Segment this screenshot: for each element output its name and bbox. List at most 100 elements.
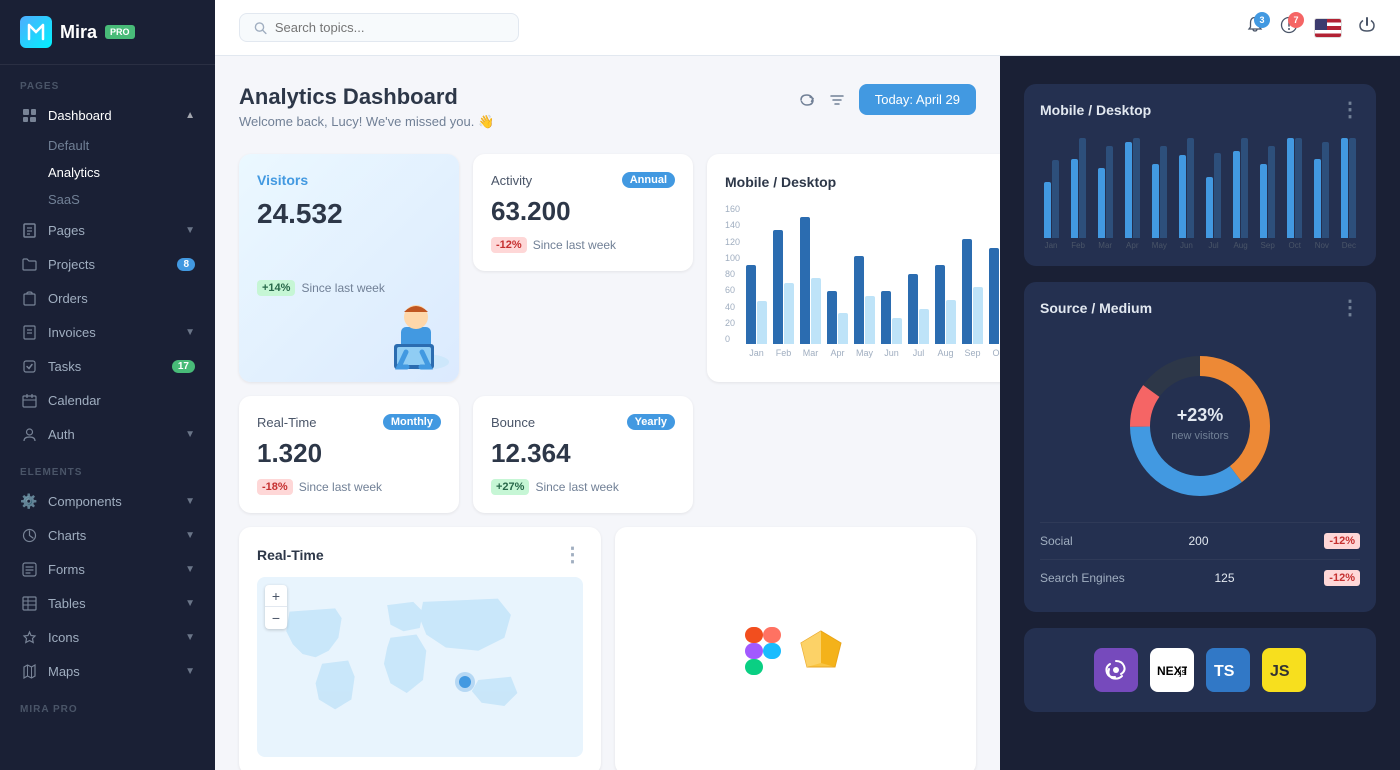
calendar-label: Calendar [48,393,101,408]
mira-pro-label: MIRA PRO [0,688,215,721]
projects-icon [20,255,38,273]
figma-logo [745,627,781,675]
sidebar-item-icons[interactable]: Icons ▼ [0,620,215,654]
bar-group-jun [881,204,902,344]
x-label-oct: Oct [989,348,1000,358]
realtime-since: Since last week [299,480,382,494]
forms-chevron: ▼ [185,564,195,575]
x-label-feb: Feb [773,348,794,358]
projects-label: Projects [48,257,95,272]
bar-apr-dark [827,291,837,344]
sidebar-item-components[interactable]: ⚙️ Components ▼ [0,484,215,518]
sidebar-item-auth[interactable]: Auth ▼ [0,417,215,451]
refresh-icon[interactable] [799,92,815,108]
bar-groups [746,204,1000,344]
redux-logo [1094,648,1138,692]
sidebar-sub-default[interactable]: Default [48,132,215,159]
today-button[interactable]: Today: April 29 [859,84,976,115]
search-icon [254,21,267,35]
activity-value: 63.200 [491,196,675,227]
sidebar-sub-analytics[interactable]: Analytics [48,159,215,186]
bar-jan-dark [746,265,756,344]
sidebar-item-dashboard[interactable]: Dashboard ▲ [0,98,215,132]
charts-label: Charts [48,528,86,543]
source-medium-card: Source / Medium ⋮ +23% new visitors [1024,282,1376,612]
source-social-name: Social [1040,534,1073,548]
filter-icon[interactable] [829,92,845,108]
language-flag[interactable] [1314,18,1342,38]
source-search-count: 125 [1215,571,1235,585]
notification-bell-wrap[interactable]: 3 [1246,16,1264,39]
tech-logos-card [615,527,977,770]
dark-bar-jul: Jul [1202,138,1224,250]
bar-sep-dark [962,239,972,344]
bar-feb-dark [773,230,783,344]
map-title: Real-Time [257,547,324,563]
projects-badge: 8 [177,258,195,271]
logo-badge: PRO [105,25,135,39]
maps-label: Maps [48,664,80,679]
notification-badge: 3 [1254,12,1270,28]
sidebar-item-calendar[interactable]: Calendar [0,383,215,417]
dark-bar-may: May [1148,138,1170,250]
components-icon: ⚙️ [20,492,38,510]
bar-jul-light [919,309,929,344]
dashboard-label: Dashboard [48,108,112,123]
dark-bar-apr: Apr [1121,138,1143,250]
sketch-logo [797,627,845,675]
forms-label: Forms [48,562,85,577]
invoices-chevron: ▼ [185,327,195,338]
sidebar-item-pages[interactable]: Pages ▼ [0,213,215,247]
sidebar-item-tasks[interactable]: Tasks 17 [0,349,215,383]
zoom-in-button[interactable]: + [265,585,287,607]
dark-bar-oct: Oct [1284,138,1306,250]
charts-chevron: ▼ [185,530,195,541]
source-row-social: Social 200 -12% [1040,523,1360,560]
x-label-apr: Apr [827,348,848,358]
sidebar-item-forms[interactable]: Forms ▼ [0,552,215,586]
sidebar-sub-saas[interactable]: SaaS [48,186,215,213]
x-labels: Jan Feb Mar Apr May Jun Jul Aug Sep Oct [746,348,1000,358]
dark-bar-threedot[interactable]: ⋮ [1340,100,1360,120]
auth-chevron: ▼ [185,429,195,440]
tasks-badge: 17 [172,360,195,373]
dashboard-icon [20,106,38,124]
sidebar-item-invoices[interactable]: Invoices ▼ [0,315,215,349]
sidebar-item-charts[interactable]: Charts ▼ [0,518,215,552]
source-three-dot[interactable]: ⋮ [1340,298,1360,318]
alert-wrap[interactable]: 7 [1280,16,1298,39]
bar-group-jan [746,204,767,344]
dark-bar-nov: Nov [1311,138,1333,250]
dark-section: Mobile / Desktop ⋮ Jan [1000,56,1400,770]
search-wrap[interactable] [239,13,519,42]
zoom-out-button[interactable]: − [265,607,287,629]
donut-chart-wrap: +23% new visitors [1040,330,1360,522]
power-button[interactable] [1358,16,1376,39]
dark-tech-logos-card: NEXT.js TS JS [1024,628,1376,712]
orders-icon [20,289,38,307]
realtime-map-card: Real-Time ⋮ + − [239,527,601,770]
maps-chevron: ▼ [185,666,195,677]
tasks-icon [20,357,38,375]
sidebar-item-orders[interactable]: Orders [0,281,215,315]
dark-bar-dec: Dec [1338,138,1360,250]
logo-text: Mira [60,22,97,43]
sidebar-item-tables[interactable]: Tables ▼ [0,586,215,620]
activity-label: Activity [491,173,532,188]
x-label-jul: Jul [908,348,929,358]
alert-badge: 7 [1288,12,1304,28]
x-label-jun: Jun [881,348,902,358]
bar-mar-dark [800,217,810,344]
page-header: Analytics Dashboard Welcome back, Lucy! … [239,84,976,130]
search-input[interactable] [275,20,504,35]
map-three-dot[interactable]: ⋮ [563,545,583,565]
dark-bar-header: Mobile / Desktop ⋮ [1040,100,1360,120]
bottom-row: Real-Time ⋮ + − [239,527,976,770]
activity-card: Activity Annual 63.200 -12% Since last w… [473,154,693,271]
bar-may-dark [854,256,864,344]
sidebar-item-projects[interactable]: Projects 8 [0,247,215,281]
sidebar-item-maps[interactable]: Maps ▼ [0,654,215,688]
stats-row-bottom: Real-Time Monthly 1.320 -18% Since last … [239,396,976,513]
pages-chevron: ▼ [185,225,195,236]
dark-bar-mar: Mar [1094,138,1116,250]
